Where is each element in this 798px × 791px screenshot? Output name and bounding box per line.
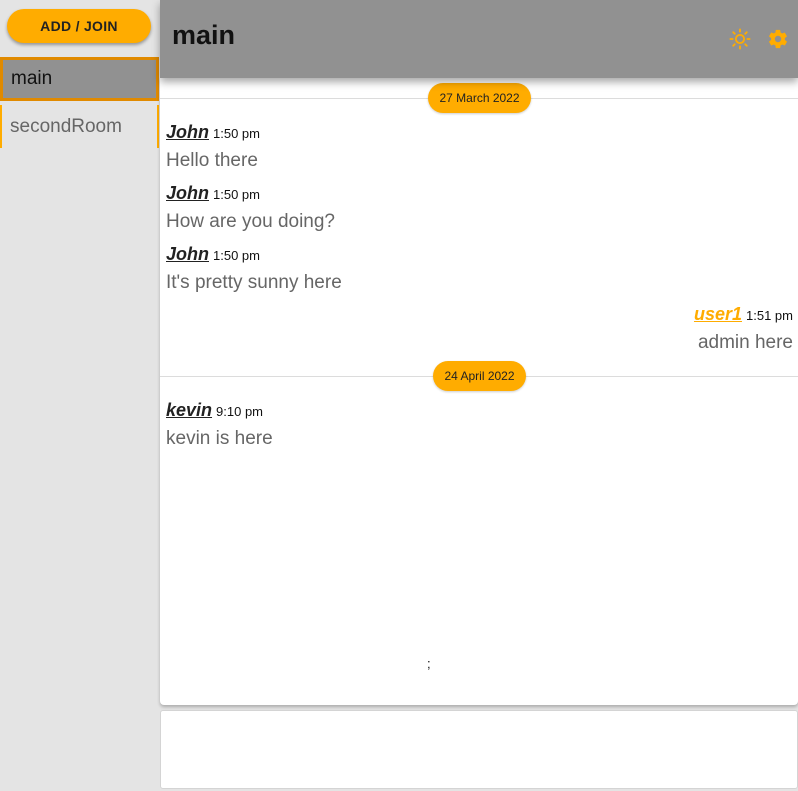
room-title: main <box>172 20 236 50</box>
message-header-own: user1 1:51 pm <box>694 304 793 325</box>
message-input[interactable] <box>160 710 798 789</box>
message-author[interactable]: John <box>166 244 209 264</box>
message-list[interactable]: 27 March 2022 John 1:50 pm Hello there Jo… <box>160 78 798 705</box>
chat-header: main <box>160 0 798 78</box>
message-time: 1:50 pm <box>213 248 260 263</box>
message-time: 1:51 pm <box>746 308 793 323</box>
message-header: John 1:50 pm <box>166 244 260 265</box>
date-badge: 27 March 2022 <box>428 83 531 113</box>
message-author[interactable]: John <box>166 122 209 142</box>
sidebar: ADD / JOIN main secondRoom <box>0 0 159 791</box>
message-author-own[interactable]: user1 <box>694 304 742 324</box>
message-header: kevin 9:10 pm <box>166 400 263 421</box>
message-author[interactable]: kevin <box>166 400 212 420</box>
message-author[interactable]: John <box>166 183 209 203</box>
room-item-secondroom[interactable]: secondRoom <box>0 105 159 148</box>
message-time: 1:50 pm <box>213 187 260 202</box>
message-text: Hello there <box>166 150 258 171</box>
message-time: 9:10 pm <box>216 404 264 419</box>
message-text: It's pretty sunny here <box>166 272 342 293</box>
room-item-main[interactable]: main <box>0 57 159 101</box>
message-header: John 1:50 pm <box>166 183 260 204</box>
date-badge: 24 April 2022 <box>433 361 526 391</box>
sun-icon[interactable] <box>729 28 751 50</box>
message-header: John 1:50 pm <box>166 122 260 143</box>
stray-text: ; <box>427 656 431 671</box>
message-text: How are you doing? <box>166 211 335 232</box>
message-text: kevin is here <box>166 428 273 449</box>
message-text-own: admin here <box>697 332 793 353</box>
gear-icon[interactable] <box>767 28 789 50</box>
add-join-button[interactable]: ADD / JOIN <box>7 9 151 43</box>
message-time: 1:50 pm <box>213 126 260 141</box>
